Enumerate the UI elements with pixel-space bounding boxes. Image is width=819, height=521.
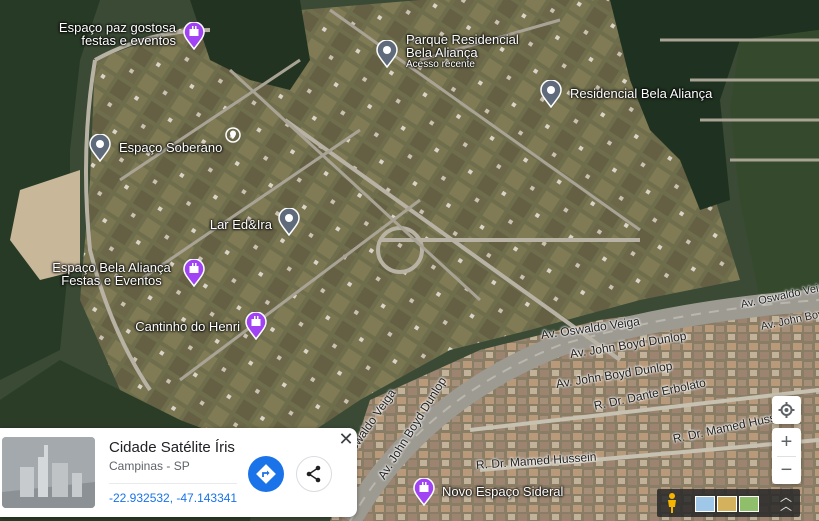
expand-icon[interactable]: ︿ ︿ — [779, 491, 793, 513]
place-title: Cidade Satélite Íris — [109, 439, 235, 456]
close-icon[interactable]: ✕ — [338, 430, 354, 448]
event-pin-icon[interactable] — [244, 311, 268, 341]
pegman-icon[interactable] — [663, 492, 681, 514]
zoom-control: + − — [772, 428, 801, 484]
directions-button[interactable] — [248, 456, 284, 492]
location-marker-icon[interactable] — [225, 127, 241, 143]
place-subtitle: Campinas - SP — [109, 459, 190, 473]
event-pin-icon[interactable] — [182, 258, 206, 288]
place-pin-icon[interactable] — [539, 79, 563, 109]
event-pin-icon[interactable] — [412, 477, 436, 507]
directions-icon — [256, 464, 276, 484]
layer-thumbnail-terrain[interactable] — [695, 496, 715, 512]
my-location-icon — [778, 402, 795, 418]
share-button[interactable] — [296, 456, 332, 492]
coordinates-link[interactable]: -22.932532, -47.143341 — [109, 491, 237, 505]
layer-thumbnail-map[interactable] — [739, 496, 759, 512]
place-label[interactable]: Lar Ed&Ira — [190, 218, 272, 231]
bottom-strip: ︿ ︿ — [657, 489, 800, 517]
zoom-in-icon[interactable]: + — [772, 428, 801, 456]
place-pin-icon[interactable] — [88, 133, 112, 163]
place-label[interactable]: Espaço paz gostosa festas e eventos — [40, 21, 176, 47]
place-label[interactable]: Espaço Bela Aliança Festas e Eventos — [44, 261, 179, 287]
place-name: Espaço paz gostosa festas e eventos — [58, 20, 176, 48]
place-pin-icon[interactable] — [277, 207, 301, 237]
zoom-out-icon[interactable]: − — [772, 456, 801, 484]
place-label[interactable]: Residencial Bela Aliança — [570, 87, 712, 100]
place-pin-icon[interactable] — [375, 39, 399, 69]
event-pin-icon[interactable] — [182, 21, 206, 51]
divider — [109, 483, 237, 484]
place-label[interactable]: Novo Espaço Sideral — [442, 485, 563, 498]
place-card: Cidade Satélite Íris Campinas - SP -22.9… — [0, 428, 357, 517]
place-label[interactable]: Parque Residencial Bela Aliança Acesso r… — [406, 33, 519, 70]
place-label[interactable]: Espaço Soberano — [119, 141, 222, 154]
share-icon — [306, 465, 321, 483]
my-location-button[interactable] — [772, 396, 801, 424]
recent-access-label: Acesso recente — [406, 59, 475, 70]
place-label[interactable]: Cantinho do Henri — [110, 320, 240, 333]
layer-thumbnail-relief[interactable] — [717, 496, 737, 512]
place-thumbnail[interactable] — [2, 437, 95, 508]
place-name: Parque Residencial Bela Aliança — [406, 32, 519, 60]
place-name: Espaço Bela Aliança Festas e Eventos — [52, 260, 171, 288]
